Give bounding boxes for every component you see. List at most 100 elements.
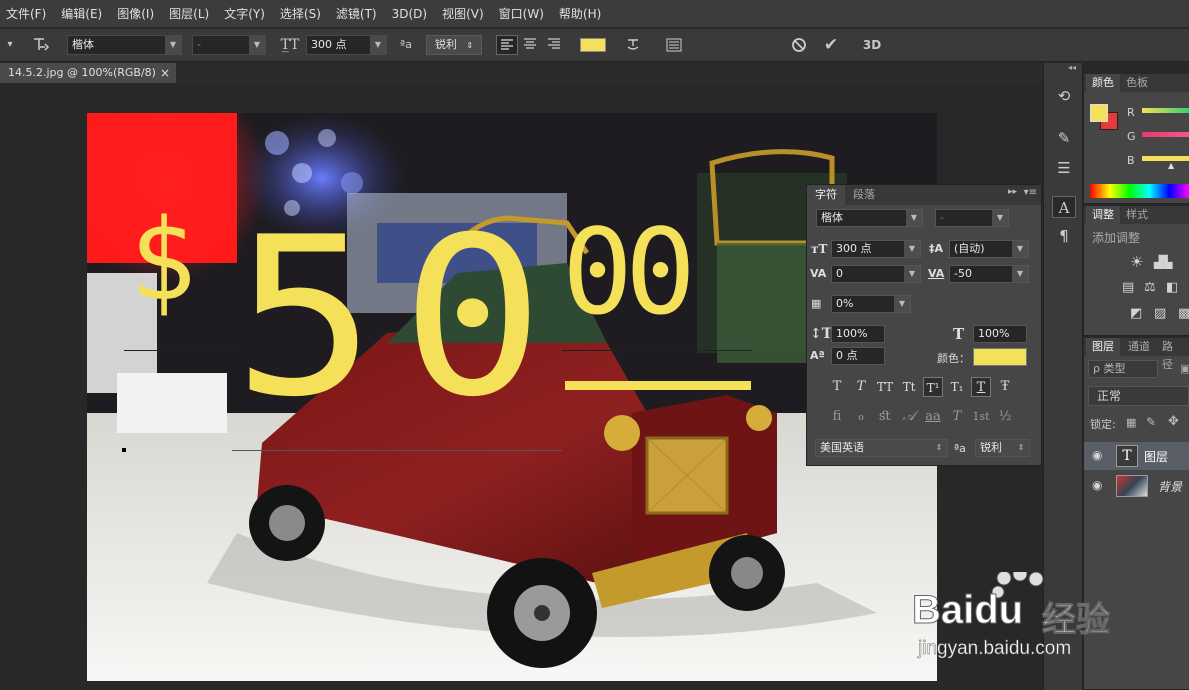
swash-button[interactable]: ﬆ [875, 407, 895, 427]
lock-pixels-icon[interactable]: ✎ [1146, 415, 1156, 429]
layer-filter-select[interactable]: ρ 类型 [1088, 360, 1158, 378]
3d-button[interactable]: 3D [860, 35, 884, 55]
discretionary-ligatures-button[interactable]: ℴ [851, 407, 871, 427]
vertical-type-toggle-icon[interactable] [28, 35, 52, 55]
vibrance-icon[interactable]: ▤ [1122, 280, 1134, 295]
menu-window[interactable]: 窗口(W) [499, 5, 544, 22]
color-spectrum-bar[interactable] [1090, 184, 1189, 198]
panel-font-family-select[interactable]: 楷体 ▼ [816, 209, 923, 227]
close-icon[interactable]: × [160, 63, 170, 83]
ornaments-button[interactable]: T [947, 407, 967, 427]
leading-select[interactable]: (自动) ▼ [949, 240, 1029, 258]
font-family-select[interactable]: 楷体 ▼ [67, 35, 182, 55]
tab-character[interactable]: 字符 [807, 185, 845, 205]
panel-menu-icon[interactable]: ▾≡ [1024, 187, 1037, 198]
underline-button[interactable]: T [971, 377, 991, 397]
all-caps-button[interactable]: TT [875, 377, 895, 397]
collapse-icon[interactable]: ▸▸ [1008, 187, 1017, 197]
tool-preset-arrow-icon[interactable]: ▾ [4, 35, 16, 55]
layer-row-background[interactable]: ◉ 背景 [1084, 472, 1189, 500]
tab-paths[interactable]: 路径 [1156, 338, 1189, 371]
align-right-button[interactable] [544, 35, 566, 55]
invert-icon[interactable]: ◩ [1130, 306, 1142, 321]
ordinals-button[interactable]: 1st [971, 407, 991, 427]
align-center-button[interactable] [520, 35, 542, 55]
menu-3d[interactable]: 3D(D) [392, 7, 427, 21]
tsume-select[interactable]: 0% ▼ [831, 295, 911, 313]
baseline-guide-right [562, 350, 752, 351]
strikethrough-button[interactable]: Ŧ [995, 377, 1015, 397]
gradient-map-icon[interactable]: ▨ [1154, 306, 1166, 321]
balance-icon[interactable]: ⚖ [1144, 280, 1156, 295]
tab-layers[interactable]: 图层 [1086, 338, 1120, 356]
tab-color[interactable]: 颜色 [1086, 74, 1120, 92]
selective-color-icon[interactable]: ▩ [1178, 306, 1189, 321]
expand-panels-icon[interactable]: ◂◂ [1068, 63, 1076, 72]
lock-position-icon[interactable]: ✥ [1168, 414, 1179, 429]
font-size-select[interactable]: 300 点 ▼ [306, 35, 387, 55]
text-anchor-handle[interactable] [122, 448, 126, 452]
character-panel-toggle-icon[interactable] [663, 35, 685, 55]
brush-presets-icon[interactable]: ✎ [1052, 127, 1076, 149]
faux-bold-button[interactable]: T [827, 377, 847, 397]
titling-alternates-button[interactable]: aa [923, 407, 943, 427]
stylistic-alternates-button[interactable]: 𝒜 [899, 407, 919, 427]
tab-styles[interactable]: 样式 [1120, 206, 1154, 224]
tab-channels[interactable]: 通道 [1122, 338, 1156, 356]
menu-view[interactable]: 视图(V) [442, 5, 484, 22]
r-slider[interactable] [1142, 108, 1189, 113]
menu-help[interactable]: 帮助(H) [559, 5, 601, 22]
align-left-button[interactable] [496, 35, 518, 55]
eye-icon[interactable]: ◉ [1092, 448, 1102, 462]
b-slider[interactable] [1142, 156, 1189, 161]
vertical-scale-field[interactable]: 100% [831, 325, 885, 343]
superscript-button[interactable]: T¹ [923, 377, 943, 397]
menu-file[interactable]: 文件(F) [6, 5, 46, 22]
language-select[interactable]: 美国英语 ⇕ [815, 439, 948, 457]
menu-layer[interactable]: 图层(L) [169, 5, 209, 22]
menu-filter[interactable]: 滤镜(T) [336, 5, 377, 22]
menu-select[interactable]: 选择(S) [280, 5, 321, 22]
document-tab[interactable]: 14.5.2.jpg @ 100%(RGB/8) × [0, 63, 176, 83]
menu-image[interactable]: 图像(I) [117, 5, 154, 22]
small-caps-button[interactable]: Tt [899, 377, 919, 397]
tracking-select[interactable]: -50 ▼ [949, 265, 1029, 283]
paragraph-icon[interactable]: ¶ [1052, 225, 1076, 247]
menu-edit[interactable]: 编辑(E) [61, 5, 102, 22]
panel-font-style-select[interactable]: - ▼ [935, 209, 1009, 227]
cancel-icon[interactable] [788, 35, 810, 55]
lock-transparency-icon[interactable]: ▦ [1126, 416, 1136, 429]
black-white-icon[interactable]: ◧ [1166, 280, 1178, 295]
fractions-button[interactable]: ½ [995, 407, 1015, 427]
menu-type[interactable]: 文字(Y) [224, 5, 265, 22]
ligatures-button[interactable]: ﬁ [827, 407, 847, 427]
tab-paragraph[interactable]: 段落 [845, 185, 883, 205]
tab-adjustments[interactable]: 调整 [1086, 206, 1120, 224]
character-icon[interactable]: A [1052, 196, 1076, 218]
foreground-color-swatch[interactable] [1090, 104, 1108, 122]
tab-swatches[interactable]: 色板 [1120, 74, 1154, 92]
commit-check-icon[interactable]: ✔ [820, 35, 842, 55]
tsume-icon: ▦ [811, 297, 822, 310]
kerning-select[interactable]: 0 ▼ [831, 265, 921, 283]
brightness-icon[interactable]: ☀ [1130, 253, 1143, 271]
eye-icon[interactable]: ◉ [1092, 478, 1102, 492]
antialias-select[interactable]: 锐利 ⇕ [426, 35, 482, 55]
history-icon[interactable]: ⟲ [1052, 85, 1076, 107]
baseline-shift-field[interactable]: 0 点 [831, 347, 885, 365]
panel-color-swatch[interactable] [973, 348, 1027, 366]
text-color-swatch[interactable] [580, 38, 606, 52]
font-style-select[interactable]: - ▼ [192, 35, 266, 55]
warp-text-icon[interactable] [622, 35, 644, 55]
panel-antialias-select[interactable]: 锐利 ⇕ [975, 439, 1030, 457]
blend-mode-select[interactable]: 正常 [1088, 386, 1189, 406]
image-filter-icon[interactable]: ▣ [1180, 362, 1189, 375]
layer-row-text[interactable]: ◉ T 图层 [1084, 442, 1189, 470]
brush-settings-icon[interactable]: ☰ [1052, 157, 1076, 179]
faux-italic-button[interactable]: T [851, 377, 871, 397]
g-slider[interactable] [1142, 132, 1189, 137]
horizontal-scale-field[interactable]: 100% [973, 325, 1027, 343]
panel-font-size-select[interactable]: 300 点 ▼ [831, 240, 921, 258]
subscript-button[interactable]: T₁ [947, 377, 967, 397]
levels-icon[interactable]: ▟▙ [1154, 255, 1172, 269]
